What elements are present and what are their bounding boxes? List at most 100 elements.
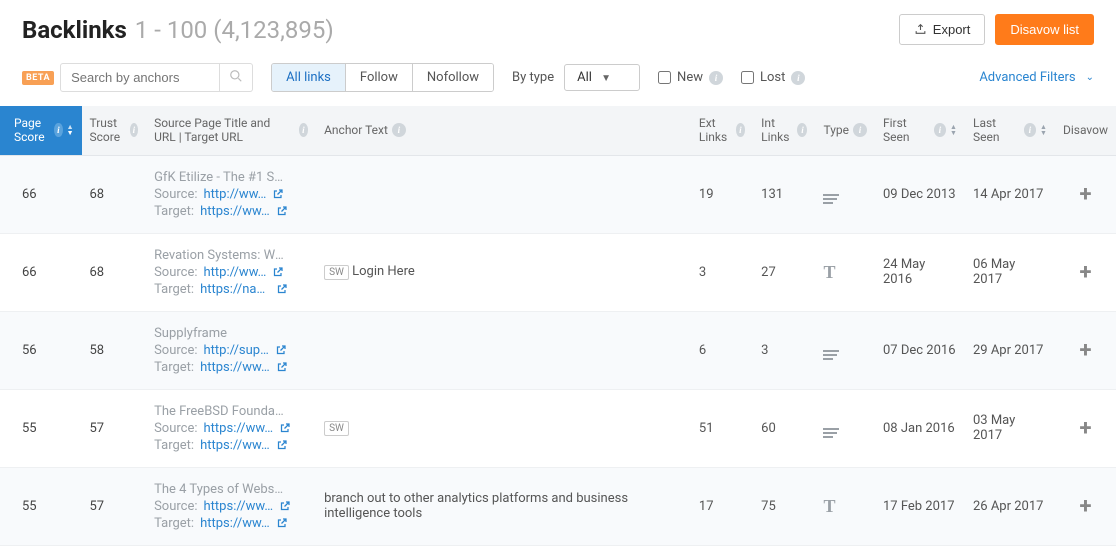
- source-cell: The FreeBSD Foundat… Source: https://ww……: [146, 389, 316, 467]
- info-icon[interactable]: i: [797, 123, 807, 137]
- sort-icon[interactable]: ▲▼: [1040, 124, 1047, 136]
- info-icon[interactable]: i: [736, 123, 746, 137]
- external-link-icon[interactable]: [276, 205, 288, 217]
- sort-icon[interactable]: ▲▼: [950, 124, 957, 136]
- lost-checkbox[interactable]: [741, 71, 754, 84]
- external-link-icon[interactable]: [276, 283, 288, 295]
- tab-nofollow[interactable]: Nofollow: [413, 64, 493, 91]
- source-line: Source: http://sup…: [154, 343, 308, 358]
- add-to-disavow-button[interactable]: +: [1079, 260, 1091, 285]
- external-link-icon[interactable]: [275, 344, 287, 356]
- add-to-disavow-button[interactable]: +: [1079, 182, 1091, 207]
- search-button[interactable]: [220, 63, 253, 92]
- table-row: 66 68 GfK Etilize - The #1 Su… Source: h…: [0, 155, 1116, 233]
- new-checkbox[interactable]: [658, 71, 671, 84]
- info-icon[interactable]: i: [934, 123, 946, 137]
- col-anchor[interactable]: Anchor Text i: [316, 106, 691, 155]
- external-link-icon[interactable]: [279, 500, 291, 512]
- trust-score-cell: 68: [82, 233, 147, 311]
- export-label: Export: [933, 22, 971, 37]
- external-link-icon[interactable]: [276, 439, 288, 451]
- type-cell: T: [815, 467, 875, 545]
- info-icon[interactable]: i: [853, 123, 867, 137]
- col-last-seen[interactable]: Last Seen i ▲▼: [965, 106, 1055, 155]
- int-links-cell: 75: [753, 467, 815, 545]
- content-lines-icon: [823, 350, 839, 360]
- lost-checkbox-wrap[interactable]: Lost i: [741, 70, 805, 85]
- export-button[interactable]: Export: [899, 14, 986, 45]
- tab-all-links[interactable]: All links: [272, 64, 346, 91]
- source-label: Source:: [154, 187, 197, 202]
- col-trust-score[interactable]: Trust Score i: [82, 106, 147, 155]
- source-url-link[interactable]: http://ww…: [204, 187, 267, 202]
- external-link-icon[interactable]: [272, 266, 284, 278]
- col-page-score[interactable]: Page Score i ▲▼: [0, 106, 82, 155]
- target-url-link[interactable]: https://ww…: [200, 516, 270, 531]
- source-url-link[interactable]: http://ww…: [204, 265, 267, 280]
- info-icon[interactable]: i: [54, 123, 62, 137]
- table-row: 55 57 The 4 Types of Websit… Source: htt…: [0, 467, 1116, 545]
- disavow-list-button[interactable]: Disavow list: [995, 14, 1094, 45]
- info-icon[interactable]: i: [392, 123, 406, 137]
- info-icon[interactable]: i: [791, 71, 805, 85]
- target-url-link[interactable]: https://ww…: [200, 438, 270, 453]
- content-lines-icon: [823, 428, 839, 438]
- anchor-text: Login Here: [352, 264, 415, 279]
- trust-score-cell: 68: [82, 155, 147, 233]
- col-int-links[interactable]: Int Links i: [753, 106, 815, 155]
- sort-icon[interactable]: ▲▼: [67, 124, 74, 136]
- page-score-cell: 66: [0, 233, 82, 311]
- text-type-icon: T: [823, 262, 835, 282]
- by-type-filter: By type All ▼: [512, 64, 640, 91]
- trust-score-cell: 57: [82, 389, 147, 467]
- sw-badge: SW: [324, 265, 349, 280]
- add-to-disavow-button[interactable]: +: [1079, 338, 1091, 363]
- source-line: Source: https://ww…: [154, 499, 308, 514]
- advanced-filters-link[interactable]: Advanced Filters ⌄: [979, 70, 1094, 85]
- info-icon[interactable]: i: [299, 123, 308, 137]
- new-checkbox-wrap[interactable]: New i: [658, 70, 723, 85]
- target-url-link[interactable]: https://ww…: [200, 204, 270, 219]
- external-link-icon[interactable]: [279, 422, 291, 434]
- source-url-link[interactable]: http://sup…: [204, 343, 269, 358]
- page-title: Backlinks: [22, 16, 127, 44]
- ext-links-cell: 3: [691, 233, 753, 311]
- search-input[interactable]: [60, 63, 220, 92]
- target-label: Target:: [154, 516, 194, 531]
- page-score-cell: 55: [0, 389, 82, 467]
- ext-links-cell: 17: [691, 467, 753, 545]
- header-bar: Backlinks 1 - 100 (4,123,895) Export Dis…: [0, 0, 1116, 55]
- target-line: Target: https://ww…: [154, 204, 308, 219]
- table-row: 66 68 Revation Systems: We… Source: http…: [0, 233, 1116, 311]
- tab-follow[interactable]: Follow: [346, 64, 413, 91]
- source-url-link[interactable]: https://ww…: [204, 499, 274, 514]
- chevron-down-icon: ▼: [601, 73, 611, 84]
- target-url-link[interactable]: https://na8…: [200, 282, 270, 297]
- source-cell: Supplyframe Source: http://sup… Target: …: [146, 311, 316, 389]
- source-url-link[interactable]: https://ww…: [204, 421, 274, 436]
- source-line: Source: https://ww…: [154, 421, 308, 436]
- add-to-disavow-button[interactable]: +: [1079, 494, 1091, 519]
- anchor-text: branch out to other analytics platforms …: [324, 491, 628, 521]
- col-source[interactable]: Source Page Title and URL | Target URL i: [146, 106, 316, 155]
- info-icon[interactable]: i: [130, 123, 138, 137]
- external-link-icon[interactable]: [276, 361, 288, 373]
- disavow-list-label: Disavow list: [1010, 22, 1079, 37]
- by-type-label: By type: [512, 70, 554, 85]
- by-type-select[interactable]: All ▼: [564, 64, 640, 91]
- info-icon[interactable]: i: [1024, 123, 1036, 137]
- table-header-row: Page Score i ▲▼ Trust Score i Source Pag…: [0, 106, 1116, 155]
- external-link-icon[interactable]: [272, 188, 284, 200]
- info-icon[interactable]: i: [709, 71, 723, 85]
- source-label: Source:: [154, 265, 197, 280]
- col-first-seen[interactable]: First Seen i ▲▼: [875, 106, 965, 155]
- col-type[interactable]: Type i: [815, 106, 875, 155]
- external-link-icon[interactable]: [276, 517, 288, 529]
- add-to-disavow-button[interactable]: +: [1079, 416, 1091, 441]
- col-ext-links[interactable]: Ext Links i: [691, 106, 753, 155]
- target-url-link[interactable]: https://ww…: [200, 360, 270, 375]
- new-label: New: [677, 70, 703, 85]
- int-links-cell: 27: [753, 233, 815, 311]
- last-seen-cell: 29 Apr 2017: [965, 311, 1055, 389]
- target-label: Target:: [154, 438, 194, 453]
